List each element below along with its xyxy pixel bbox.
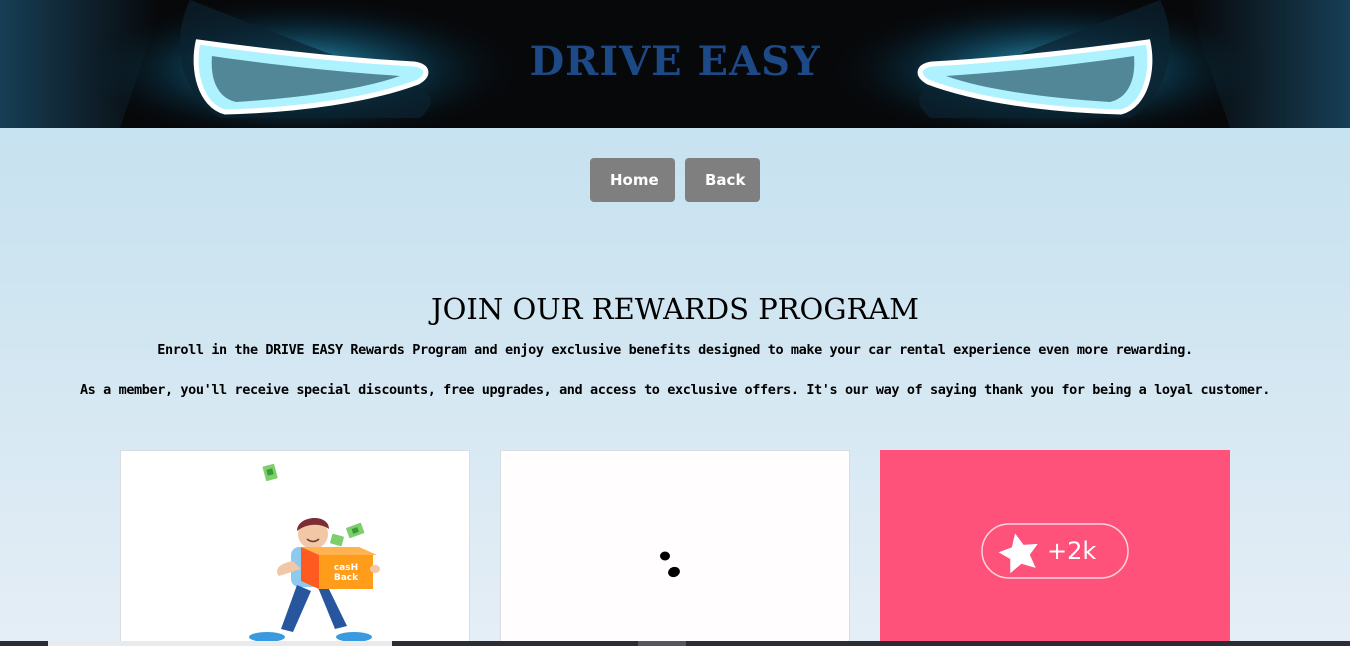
cashback-box-icon: casH Back	[301, 547, 377, 589]
home-button[interactable]: Home	[590, 158, 675, 202]
money-icon	[346, 522, 365, 539]
scrollbar-segment	[638, 641, 686, 646]
scrollbar-thumb[interactable]	[48, 641, 392, 646]
header-banner: DRIVE EASY	[0, 0, 1350, 128]
horizontal-scrollbar[interactable]	[0, 641, 1350, 646]
cashback-illustration: casH Back	[249, 463, 380, 642]
star-icon	[998, 533, 1038, 574]
nav-bar: Home Back	[0, 158, 1350, 202]
rewards-member-text: As a member, you'll receive special disc…	[79, 382, 1271, 398]
cashback-card: casH Back	[120, 450, 470, 646]
back-button[interactable]: Back	[685, 158, 760, 202]
rewards-heading: JOIN OUR REWARDS PROGRAM	[431, 292, 919, 326]
brand-title: DRIVE EASY	[529, 38, 821, 85]
loading-card	[500, 450, 850, 646]
badge-count: +2k	[1047, 537, 1097, 565]
loading-dots-icon	[660, 551, 680, 578]
svg-text:casH: casH	[334, 563, 358, 573]
star-badge-card: +2k	[880, 450, 1230, 646]
money-icon	[330, 533, 344, 547]
money-icon	[262, 463, 278, 482]
rewards-intro-text: Enroll in the DRIVE EASY Rewards Program…	[157, 342, 1193, 358]
svg-text:Back: Back	[334, 573, 359, 583]
